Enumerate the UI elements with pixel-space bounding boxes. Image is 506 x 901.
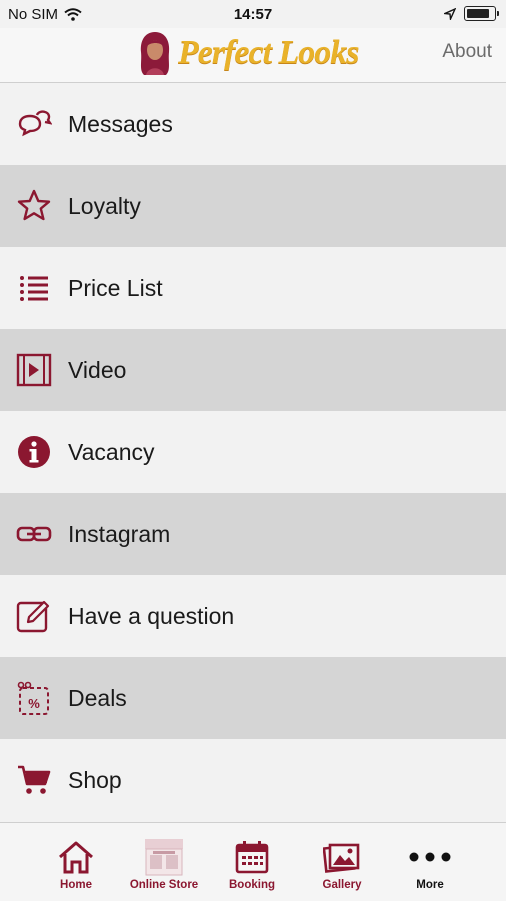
about-button[interactable]: About bbox=[442, 41, 492, 63]
menu-item-loyalty[interactable]: Loyalty bbox=[0, 165, 506, 247]
tab-label: Gallery bbox=[322, 879, 362, 891]
battery-icon bbox=[464, 6, 499, 21]
menu-item-label: Price List bbox=[68, 274, 163, 301]
storefront-icon bbox=[145, 839, 183, 876]
logo-woman-icon bbox=[140, 32, 170, 75]
video-icon bbox=[16, 353, 52, 387]
tab-home[interactable]: Home bbox=[32, 837, 120, 891]
menu-item-have-a-question[interactable]: Have a question bbox=[0, 575, 506, 657]
edit-icon bbox=[16, 600, 50, 633]
tab-label: More bbox=[416, 879, 444, 891]
menu-item-vacancy[interactable]: Vacancy bbox=[0, 411, 506, 493]
tab-gallery[interactable]: Gallery bbox=[298, 837, 386, 891]
menu-item-label: Instagram bbox=[68, 520, 171, 547]
menu-item-shop[interactable]: Shop bbox=[0, 739, 506, 821]
cart-icon bbox=[18, 765, 51, 794]
menu-item-label: Loyalty bbox=[68, 192, 141, 219]
menu-item-deals[interactable]: % Deals bbox=[0, 657, 506, 739]
logo: Perfect Looks bbox=[136, 30, 360, 76]
info-icon bbox=[18, 436, 50, 468]
chat-bubbles-icon bbox=[18, 110, 52, 137]
menu-item-messages[interactable]: Messages bbox=[0, 83, 506, 165]
app-header: Perfect Looks About bbox=[0, 28, 506, 83]
more-dots-icon bbox=[409, 852, 451, 862]
menu-item-label: Have a question bbox=[68, 602, 235, 629]
tab-label: Online Store bbox=[129, 879, 199, 891]
photo-gallery-icon bbox=[323, 843, 360, 873]
star-icon bbox=[17, 189, 51, 221]
tab-bar: Home Online Store Booking Gallery More bbox=[0, 822, 506, 901]
menu-item-video[interactable]: Video bbox=[0, 329, 506, 411]
list-icon bbox=[20, 276, 48, 301]
clock: 14:57 bbox=[233, 6, 273, 23]
menu-item-label: Video bbox=[68, 356, 127, 383]
link-icon bbox=[16, 526, 52, 542]
tab-booking[interactable]: Booking bbox=[208, 837, 296, 891]
menu-item-label: Shop bbox=[68, 766, 122, 793]
tab-label: Booking bbox=[229, 879, 275, 891]
menu-item-price-list[interactable]: Price List bbox=[0, 247, 506, 329]
svg-text:%: % bbox=[28, 696, 40, 711]
coupon-icon: % bbox=[17, 681, 49, 715]
menu-item-label: Vacancy bbox=[68, 438, 155, 465]
menu-item-label: Deals bbox=[68, 684, 127, 711]
home-icon bbox=[59, 841, 93, 874]
status-bar: No SIM 14:57 bbox=[0, 0, 506, 28]
location-arrow-icon bbox=[444, 7, 456, 20]
menu-item-label: Messages bbox=[68, 110, 173, 137]
logo-text: Perfect Looks bbox=[178, 34, 360, 71]
menu-list: Messages Loyalty Price List Video Vacanc… bbox=[0, 83, 506, 821]
tab-label: Home bbox=[60, 879, 92, 891]
calendar-icon bbox=[235, 841, 269, 874]
menu-item-instagram[interactable]: Instagram bbox=[0, 493, 506, 575]
tab-online-store[interactable]: Online Store bbox=[120, 837, 208, 891]
tab-more[interactable]: More bbox=[386, 837, 474, 891]
